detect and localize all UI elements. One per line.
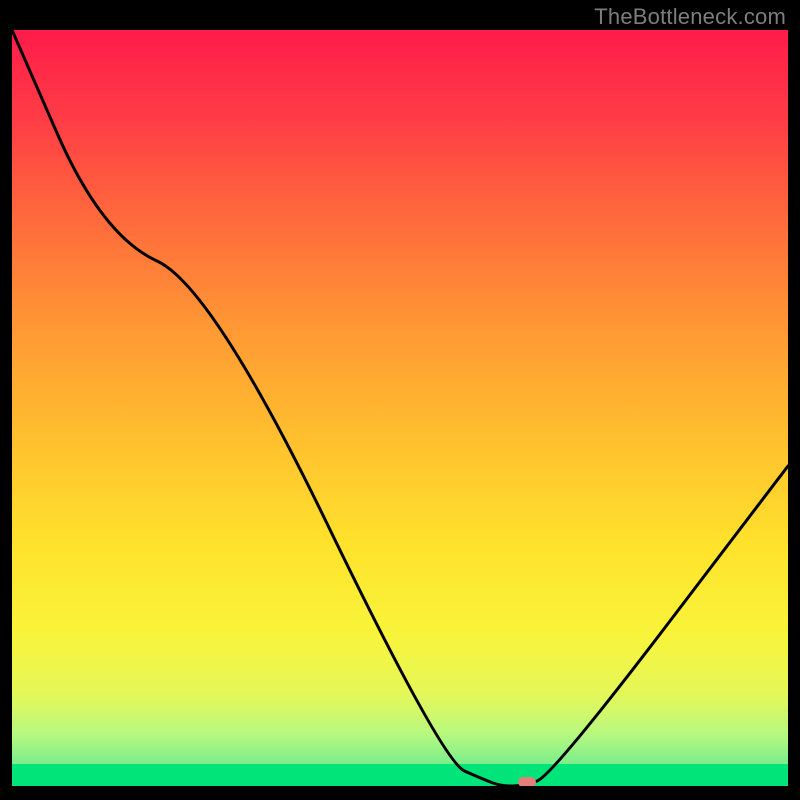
chart-frame: TheBottleneck.com [0,0,800,800]
bottleneck-curve [12,30,788,786]
optimal-point-marker [518,777,536,786]
watermark-text: TheBottleneck.com [594,4,786,30]
plot-area [12,30,788,786]
curve-svg [12,30,788,786]
